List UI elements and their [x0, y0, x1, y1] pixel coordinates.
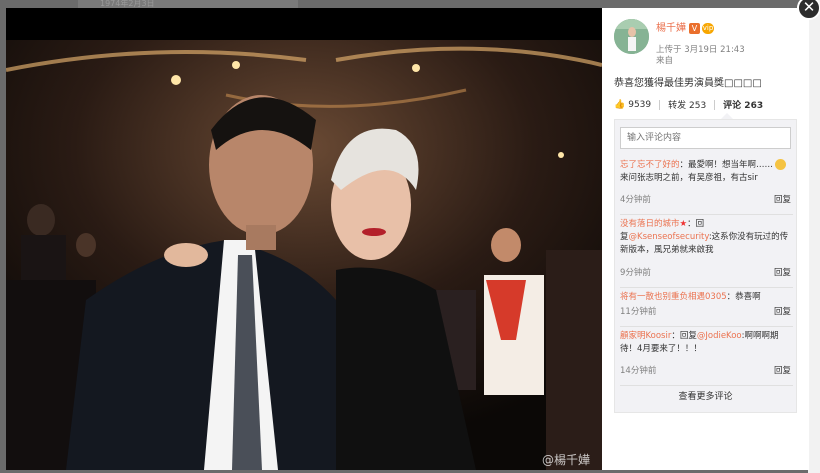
- comment-mention[interactable]: @Ksenseofsecurity: [629, 232, 709, 242]
- post-text: 恭喜您獲得最佳男演員獎□□□□: [614, 78, 762, 89]
- photo-watermark: @楊千嬅: [541, 453, 590, 467]
- comment-user[interactable]: 忘了忘不了好的: [620, 160, 680, 170]
- comment-meta: 11分钟前 回复: [620, 306, 793, 319]
- like-button[interactable]: 👍 9539: [614, 100, 651, 110]
- repost-button[interactable]: 转发 253: [668, 98, 706, 111]
- avatar-image: [614, 19, 649, 54]
- comments-box: 忘了忘不了好的：最愛啊！想当年啊…… 来问张志明之前，有吴彦祖，有古sir 4分…: [614, 119, 797, 413]
- close-button[interactable]: ✕: [797, 0, 820, 20]
- comment-item: 顧家明Koosir：回复@JodieKoo:啊啊啊期 待！4月要来了！！！: [620, 330, 793, 356]
- comment-input[interactable]: [620, 127, 791, 149]
- comment-time: 11分钟前: [620, 307, 657, 317]
- comment-meta: 4分钟前 回复: [620, 194, 793, 207]
- side-panel: 楊千嬅 Vvip 上传于 3月19日 21:43 来自 恭喜您獲得最佳男演員獎□□…: [602, 8, 809, 470]
- photo-viewer: @楊千嬅: [6, 8, 602, 470]
- comment-divider: [620, 287, 793, 288]
- comment-user[interactable]: 将有一散也别重负相遇0305: [620, 292, 727, 302]
- comment-time: 4分钟前: [620, 195, 651, 205]
- comment-text-suffix: :啊啊啊期: [741, 331, 779, 341]
- reply-button[interactable]: 回复: [774, 306, 791, 319]
- reply-button[interactable]: 回复: [774, 365, 791, 378]
- comment-time: 14分钟前: [620, 366, 657, 376]
- close-icon: ✕: [802, 0, 816, 16]
- comment-meta: 9分钟前 回复: [620, 267, 793, 280]
- comment-text: ：最愛啊！想当年啊……: [679, 160, 774, 170]
- divider: [659, 99, 661, 110]
- more-comments-link[interactable]: 查看更多评论: [615, 389, 796, 402]
- vip-badge-icon: vip: [702, 22, 714, 34]
- username-link[interactable]: 楊千嬅: [656, 23, 686, 34]
- comment-item: 没有落日的城市★：回 复@Ksenseofsecurity:这系你没有玩过的传 …: [620, 218, 793, 257]
- comment-mention[interactable]: @JodieKoo: [697, 331, 742, 341]
- comment-text: ：恭喜啊: [726, 292, 761, 302]
- comment-time: 9分钟前: [620, 268, 651, 278]
- post-stats: 👍 9539 转发 253 评论 263: [614, 96, 797, 113]
- username-row: 楊千嬅 Vvip: [656, 19, 714, 34]
- comment-meta: 14分钟前 回复: [620, 365, 793, 378]
- comment-text-cont: 待！4月要来了！！！: [620, 344, 702, 354]
- post-source: 来自: [656, 56, 674, 66]
- verified-badge-icon: V: [689, 22, 700, 34]
- comment-item: 忘了忘不了好的：最愛啊！想当年啊…… 来问张志明之前，有吴彦祖，有古sir: [620, 159, 793, 185]
- comment-user[interactable]: 顧家明Koosir: [620, 331, 671, 341]
- comment-text-prefix: 复: [620, 232, 629, 242]
- divider: [714, 99, 716, 110]
- comment-text-cont: 来问张志明之前，有吴彦祖，有古sir: [620, 173, 758, 183]
- comment-text: ：回复: [671, 331, 697, 341]
- comment-divider: [620, 326, 793, 327]
- comment-text-cont: 新版本，風兄弟就来啟我: [620, 245, 714, 255]
- comment-divider: [620, 385, 793, 386]
- background-right: [808, 0, 820, 473]
- comment-text-suffix: :这系你没有玩过的传: [708, 232, 789, 242]
- smile-emoji-icon: [775, 159, 787, 170]
- photo[interactable]: [6, 40, 602, 470]
- thumb-up-icon: 👍: [614, 99, 626, 110]
- photo-image: [6, 40, 602, 470]
- like-count: 9539: [628, 99, 652, 110]
- comment-divider: [620, 214, 793, 215]
- avatar[interactable]: [614, 19, 649, 54]
- reply-button[interactable]: 回复: [774, 267, 791, 280]
- comment-user[interactable]: 没有落日的城市: [620, 219, 680, 229]
- star-icon: ★: [679, 219, 688, 229]
- reply-button[interactable]: 回复: [774, 194, 791, 207]
- comments-tab[interactable]: 评论 263: [723, 98, 763, 111]
- comment-item: 将有一散也别重负相遇0305：恭喜啊: [620, 291, 793, 304]
- comment-text: ：回: [687, 219, 705, 229]
